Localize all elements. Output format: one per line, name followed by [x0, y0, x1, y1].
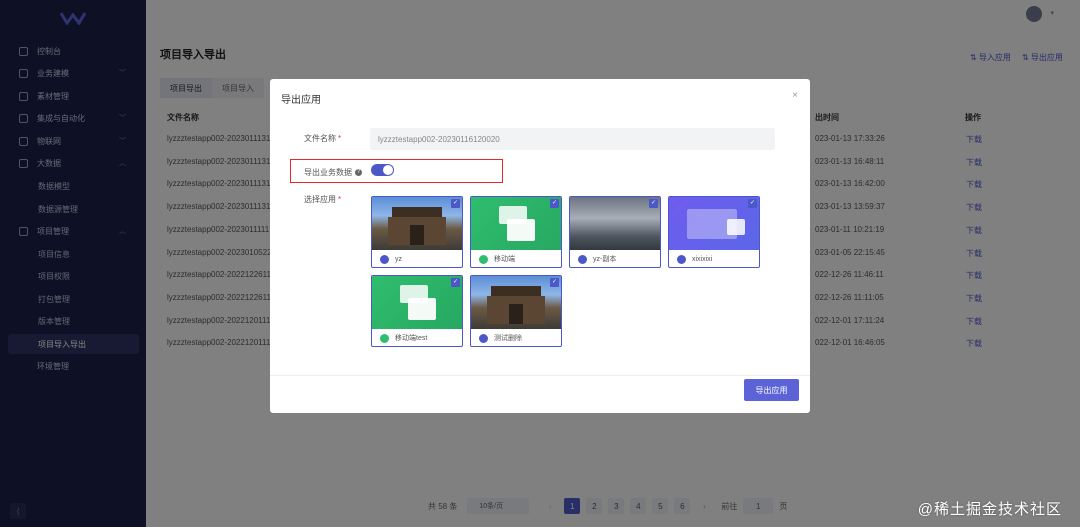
app-name: 测试删除	[494, 335, 522, 342]
app-name: 移动端	[494, 256, 515, 263]
checkbox-checked-icon[interactable]: ✓	[649, 199, 658, 208]
required-mark: *	[338, 195, 342, 204]
checkbox-checked-icon[interactable]: ✓	[550, 278, 559, 287]
toggle-knob	[383, 165, 393, 175]
required-mark: *	[338, 134, 342, 143]
dialog-title: 导出应用	[281, 95, 321, 106]
app-card-yz[interactable]: ✓ yz	[371, 196, 463, 268]
select-app-label: 选择应用 *	[304, 195, 342, 204]
checkbox-checked-icon[interactable]: ✓	[748, 199, 757, 208]
checkbox-checked-icon[interactable]: ✓	[550, 199, 559, 208]
filename-input[interactable]: lyzzztestapp002-20230116120020	[370, 128, 775, 150]
app-card-mobile-test[interactable]: ✓ 移动端test	[371, 275, 463, 347]
app-name: yz-副本	[593, 256, 617, 263]
mobile-app-icon	[380, 333, 389, 343]
pc-app-icon	[380, 254, 389, 264]
mock-window	[727, 219, 745, 235]
app-name: yz	[395, 255, 402, 263]
app-thumbnail	[471, 276, 561, 329]
app-thumbnail	[669, 197, 759, 250]
app-card-test-delete[interactable]: ✓ 测试删除	[470, 275, 562, 347]
dialog-footer-divider	[270, 375, 810, 376]
filename-label: 文件名称 *	[304, 134, 342, 143]
mock-window	[408, 298, 436, 320]
card-footer: 移动端	[471, 250, 561, 267]
export-app-submit-button[interactable]: 导出应用	[744, 379, 799, 401]
app-thumbnail	[372, 197, 462, 250]
gate-door	[509, 304, 523, 324]
export-business-data-toggle[interactable]	[371, 164, 394, 176]
mobile-app-icon	[479, 254, 488, 264]
pc-app-icon	[677, 254, 686, 264]
card-footer: 测试删除	[471, 329, 561, 346]
app-card-mobile[interactable]: ✓ 移动端	[470, 196, 562, 268]
checkbox-checked-icon[interactable]: ✓	[451, 199, 460, 208]
mock-window	[507, 219, 535, 241]
card-footer: xixixixi	[669, 250, 759, 267]
app-thumbnail	[471, 197, 561, 250]
card-footer: 移动端test	[372, 329, 462, 346]
gate-roof	[491, 286, 541, 296]
app-thumbnail	[570, 197, 660, 250]
checkbox-checked-icon[interactable]: ✓	[451, 278, 460, 287]
export-business-data-label: 导出业务数据?	[304, 168, 362, 177]
app-name: 移动端test	[395, 335, 428, 342]
app-card-yz-copy[interactable]: ✓ yz-副本	[569, 196, 661, 268]
card-footer: yz	[372, 250, 462, 267]
watermark: @稀土掘金技术社区	[917, 501, 1062, 518]
app-card-xixixixi[interactable]: ✓ xixixixi	[668, 196, 760, 268]
help-icon[interactable]: ?	[355, 169, 362, 177]
app-name: xixixixi	[692, 255, 713, 263]
pc-app-icon	[578, 254, 587, 264]
app-thumbnail	[372, 276, 462, 329]
gate-roof	[392, 207, 442, 217]
close-icon[interactable]: ×	[792, 90, 798, 101]
card-footer: yz-副本	[570, 250, 660, 267]
pc-app-icon	[479, 333, 488, 343]
export-app-dialog: 导出应用 × 文件名称 * lyzzztestapp002-20230116120…	[270, 79, 810, 413]
gate-door	[410, 225, 424, 245]
